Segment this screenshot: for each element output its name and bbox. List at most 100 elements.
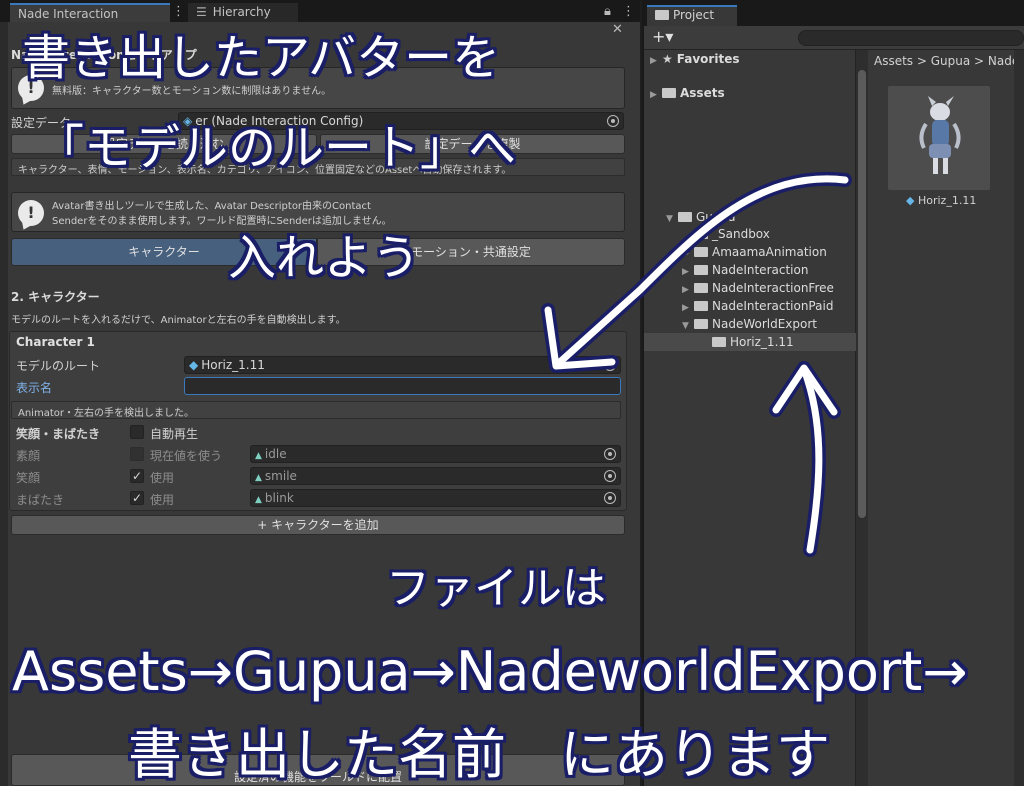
asset-name: Horiz_1.11	[917, 194, 977, 207]
tree-label: NadeWorldExport	[712, 317, 817, 331]
tree-label: Assets	[680, 86, 725, 100]
tab-label: Project	[673, 8, 715, 22]
section-description: モデルのルートを入れるだけで、Animatorと左右の手を自動検出します。	[11, 315, 346, 326]
expression-row-check-label: 現在値を使う	[150, 449, 223, 463]
expression-row-checkbox[interactable]: ✓	[130, 491, 144, 505]
expand-arrow-icon[interactable]: ▶	[682, 303, 694, 313]
section-title: 2. キャラクター	[11, 290, 100, 304]
object-picker-icon[interactable]	[604, 359, 616, 371]
folder-icon	[694, 229, 708, 239]
expand-arrow-icon[interactable]: ▶	[682, 267, 694, 277]
clip-name: blink	[264, 491, 294, 505]
animation-clip-icon: ▲	[255, 495, 262, 505]
animation-clip-icon: ▲	[255, 451, 262, 461]
display-name-label: 表示名	[16, 381, 53, 395]
folder-icon	[694, 283, 708, 293]
expand-arrow-icon[interactable]: ▶	[650, 56, 662, 66]
object-picker-icon[interactable]	[604, 448, 616, 460]
project-toolbar: +▾	[644, 26, 1024, 50]
tree-label: NadeInteraction	[712, 263, 809, 277]
hierarchy-icon: ☰	[196, 5, 207, 19]
model-root-field[interactable]: ◆ Horiz_1.11	[184, 356, 621, 374]
object-picker-icon[interactable]	[604, 492, 616, 504]
scene-view-strip	[0, 0, 8, 786]
add-character-button[interactable]: + キャラクターを追加	[11, 515, 625, 535]
tree-label: Gupua	[696, 210, 736, 224]
folder-icon	[662, 88, 676, 98]
tree-folder[interactable]: ▶ NadeInteraction	[682, 263, 808, 281]
tree-folder[interactable]: _Sandbox	[682, 227, 770, 245]
tree-scroll-thumb[interactable]	[858, 70, 866, 518]
asset-label[interactable]: ◆ Horiz_1.11	[906, 194, 976, 207]
character-title: Character 1	[16, 335, 95, 349]
tree-folder[interactable]: ▶ AmaamaAnimation	[682, 245, 827, 263]
display-name-input[interactable]	[184, 377, 621, 395]
panel-menu-icon[interactable]: ⋮	[622, 4, 635, 19]
annotation-line-3: 入れよう	[228, 230, 421, 286]
tab-menu-icon[interactable]: ⋮	[172, 4, 185, 19]
expression-row-checkbox[interactable]	[130, 447, 144, 461]
folder-icon	[694, 319, 708, 329]
tab-label: Hierarchy	[212, 5, 271, 19]
folder-icon	[694, 265, 708, 275]
annotation-line-4: ファイルは	[386, 563, 606, 614]
folder-icon	[655, 10, 669, 20]
annotation-line-6: 書き出した名前 にあります	[128, 723, 830, 786]
create-plus-button[interactable]: +▾	[652, 27, 673, 46]
expression-clip-field[interactable]: ▲ blink	[250, 489, 621, 507]
star-icon: ★	[662, 52, 673, 66]
prefab-cube-icon: ◆	[906, 194, 915, 207]
autoplay-checkbox[interactable]	[130, 425, 144, 439]
close-icon[interactable]: ✕	[612, 22, 623, 37]
tree-gupua[interactable]: ▼ Gupua	[666, 210, 735, 228]
info-bubble-icon: !	[18, 200, 44, 226]
tree-label: NadeInteractionPaid	[712, 299, 834, 313]
tree-favorites[interactable]: ▶ ★ Favorites	[650, 52, 739, 70]
tree-label: _Sandbox	[712, 227, 770, 241]
expand-arrow-icon[interactable]: ▶	[682, 285, 694, 295]
help-text-line1: Avatar書き出しツールで生成した、Avatar Descriptor由来のC…	[52, 201, 371, 212]
detect-status: Animator・左右の手を検出しました。	[11, 401, 621, 419]
clip-name: idle	[264, 447, 287, 461]
model-root-value: Horiz_1.11	[201, 358, 265, 372]
project-tab-bar: Project	[644, 0, 1024, 26]
tree-assets[interactable]: ▶ Assets	[650, 86, 725, 104]
object-picker-icon[interactable]	[607, 115, 619, 127]
folder-icon	[678, 212, 692, 222]
tree-folder[interactable]: ▶ NadeInteractionFree	[682, 281, 834, 299]
tab-project[interactable]: Project	[647, 5, 737, 26]
folder-icon	[694, 247, 708, 257]
expand-arrow-icon[interactable]: ▶	[682, 249, 694, 259]
grid-scrollbar[interactable]	[1014, 50, 1024, 786]
clip-name: smile	[264, 469, 297, 483]
expression-row-check-label: 使用	[150, 493, 175, 507]
autoplay-label: 自動再生	[150, 427, 199, 441]
annotation-line-5: Assets→Gupua→NadeworldExport→	[12, 640, 968, 703]
object-picker-icon[interactable]	[604, 470, 616, 482]
annotation-line-2: 「モデルのルート」へ	[36, 120, 517, 176]
tree-selected-folder[interactable]: Horiz_1.11	[712, 335, 794, 353]
annotation-line-1: 書き出したアバターを	[22, 30, 501, 86]
prefab-cube-icon: ◆	[189, 358, 199, 372]
avatar-preview-icon	[919, 96, 961, 174]
expand-arrow-icon[interactable]: ▼	[682, 321, 694, 331]
tree-label: NadeInteractionFree	[712, 281, 834, 295]
tree-folder[interactable]: ▶ NadeInteractionPaid	[682, 299, 833, 317]
expression-row-checkbox[interactable]: ✓	[130, 469, 144, 483]
tree-label: AmaamaAnimation	[712, 245, 827, 259]
tree-label: Favorites	[676, 52, 740, 66]
lock-icon[interactable]: 🔒︎	[604, 4, 611, 19]
expand-arrow-icon[interactable]: ▶	[650, 90, 662, 100]
model-root-label: モデルのルート	[16, 359, 101, 373]
tree-label: Horiz_1.11	[730, 335, 794, 349]
expression-clip-field[interactable]: ▲ smile	[250, 467, 621, 485]
breadcrumb[interactable]: Assets > Gupua > Nade	[874, 54, 1019, 68]
project-search-input[interactable]	[798, 30, 1024, 46]
expression-row-label: 素顔	[16, 449, 41, 463]
expand-arrow-icon[interactable]: ▼	[666, 214, 678, 224]
folder-icon	[712, 337, 726, 347]
expression-row-label: 笑顔	[16, 471, 41, 485]
asset-thumbnail[interactable]	[888, 86, 990, 190]
expression-row-check-label: 使用	[150, 471, 175, 485]
expression-clip-field[interactable]: ▲ idle	[250, 445, 621, 463]
